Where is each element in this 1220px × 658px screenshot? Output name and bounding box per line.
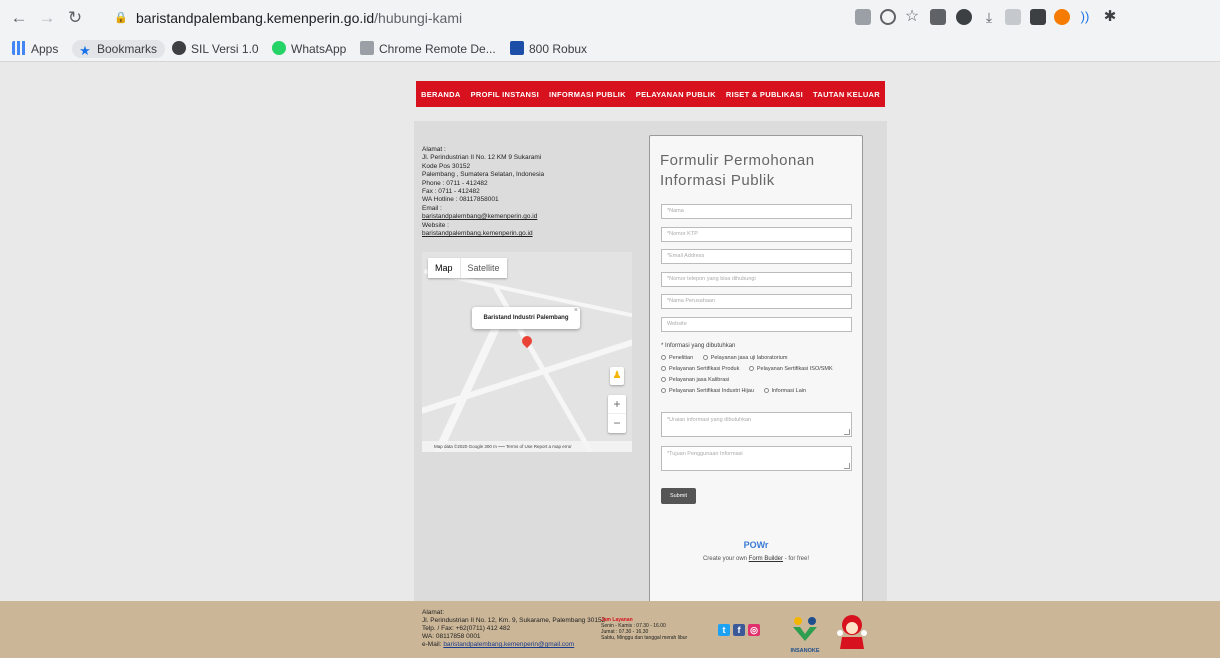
whatsapp-icon [272,41,286,55]
facebook-icon[interactable]: f [733,624,745,636]
globe-icon [172,41,186,55]
zoom-in-button[interactable]: + [608,395,626,414]
contact-email-link[interactable]: baristandpalembang@kemenperin.go.id [422,213,642,221]
email-field[interactable]: *Email Address [661,249,852,264]
back-arrow-icon[interactable]: ← [8,7,30,29]
instagram-icon[interactable]: ◎ [748,624,760,636]
extension-audio-icon[interactable]: )) [1074,6,1096,28]
submit-button[interactable]: Submit [661,488,696,504]
radio-penelitian[interactable]: Penelitian [661,353,693,364]
robux-icon [510,41,524,55]
radio-uji-lab[interactable]: Pelayanan jasa uji laboratorium [702,353,787,364]
twitter-icon[interactable]: t [718,624,730,636]
page: BERANDA PROFIL INSTANSI INFORMASI PUBLIK… [0,63,1220,658]
zoom-out-button[interactable]: − [608,414,626,433]
nav-riset-publikasi[interactable]: RISET & PUBLIKASI [726,90,803,99]
main-nav: BERANDA PROFIL INSTANSI INFORMASI PUBLIK… [416,81,885,107]
zoom-icon[interactable] [880,9,896,25]
info-needed-radio-group: * Informasi yang dibutuhkan Penelitian P… [661,343,857,397]
zoom-control: + − [608,395,626,433]
lock-icon: 🔒 [114,12,128,24]
nav-beranda[interactable]: BERANDA [421,90,461,99]
name-field[interactable]: *Nama [661,204,852,219]
contact-website-link[interactable]: baristandpalembang.kemenperin.go.id [422,230,642,238]
bookmark-whatsapp[interactable]: WhatsApp [272,40,346,58]
info-description-textarea[interactable]: *Uraian informasi yang dibutuhkan [661,412,852,437]
star-icon[interactable]: ☆ [901,6,923,28]
browser-toolbar: ← → ↻ 🔒 baristandpalembang.kemenperin.go… [0,0,1220,36]
url-host: baristandpalembang.kemenperin.go.id [136,10,375,26]
url-path: /hubungi-kami [374,10,463,26]
mascot-icon [837,615,867,649]
radio-sertifikasi-produk[interactable]: Pelayanan Sertifikasi Produk [661,364,739,375]
remote-desktop-icon [360,41,374,55]
bookmark-robux[interactable]: 800 Robux [510,40,587,58]
address-bar[interactable]: 🔒 baristandpalembang.kemenperin.go.id/hu… [106,5,846,31]
nav-informasi-publik[interactable]: INFORMASI PUBLIK [549,90,626,99]
form-builder-link[interactable]: Form Builder [749,556,783,562]
footer-address: Alamat: Jl. Perindustrian II No. 12, Km.… [422,609,606,648]
map-type-map[interactable]: Map [428,258,460,278]
nav-tautan-keluar[interactable]: TAUTAN KELUAR [813,90,880,99]
bookmark-apps[interactable]: Apps [12,40,58,58]
info-purpose-textarea[interactable]: *Tujuan Penggunaan Informasi [661,446,852,471]
radio-question: * Informasi yang dibutuhkan [661,343,736,349]
nav-pelayanan-publik[interactable]: PELAYANAN PUBLIK [636,90,716,99]
apps-grid-icon [12,41,26,55]
website-field[interactable]: Website [661,317,852,332]
footer-email-link[interactable]: baristandpalembang.kemenperin@gmail.com [443,641,574,648]
extension-reader-icon[interactable] [1005,9,1021,25]
footer-hours: Jam Layanan Senin - Kamis : 07.30 - 16.0… [601,617,688,641]
nav-profil-instansi[interactable]: PROFIL INSTANSI [471,90,539,99]
download-icon[interactable]: ⤓ [978,6,1000,28]
radio-kalibrasi[interactable]: Pelayanan jasa Kalibrasi [661,375,729,386]
company-field[interactable]: *Nama Perusahaan [661,294,852,309]
bookmark-sil[interactable]: SIL Versi 1.0 [172,40,259,58]
extension-save-icon[interactable] [930,9,946,25]
powr-logo[interactable]: POWr [650,540,862,550]
translate-icon[interactable] [855,9,871,25]
ktp-field[interactable]: *Nomor KTP [661,227,852,242]
extensions-puzzle-icon[interactable]: ✱ [1099,6,1121,28]
map-place-label: Baristand Industri Palembang [483,315,569,321]
close-icon[interactable]: × [574,300,578,322]
request-form: Formulir Permohonan Informasi Publik *Na… [649,135,863,647]
insanoke-logo-icon [793,617,817,641]
extension-circle-icon[interactable] [956,9,972,25]
bookmark-bookmarks[interactable]: ★ Bookmarks [72,40,166,58]
extension-orange-icon[interactable] [1054,9,1070,25]
extension-cube-icon[interactable] [1030,9,1046,25]
phone-field[interactable]: *Nomor telepon yang bisa dihubungi [661,272,852,287]
map-type-satellite[interactable]: Satellite [459,258,507,278]
forward-arrow-icon[interactable]: → [36,7,58,29]
star-icon: ★ [79,43,91,58]
radio-sertifikasi-iso[interactable]: Pelayanan Sertifikasi ISO/SMK [748,364,833,375]
site-footer: Alamat: Jl. Perindustrian II No. 12, Km.… [0,601,1220,658]
powr-credit: Create your own Form Builder - for free! [702,556,810,562]
bookmark-chrome-remote[interactable]: Chrome Remote De... [360,40,496,58]
map-attribution: Map data ©2020 Google 300 m ⎯⎯⎯ Terms of… [422,441,632,452]
bookmarks-bar: Apps ★ Bookmarks SIL Versi 1.0 WhatsApp C… [0,36,1220,62]
map-info-window: Baristand Industri Palembang × [472,307,580,329]
reload-icon[interactable]: ↻ [64,7,86,29]
insanoke-logo: INSANOKE [790,615,820,655]
map-type-control: Map Satellite [428,258,507,278]
radio-informasi-lain[interactable]: Informasi Lain [763,386,806,397]
form-title: Formulir Permohonan Informasi Publik [660,152,815,189]
pegman-icon[interactable]: ♟ [610,367,624,385]
radio-industri-hijau[interactable]: Pelayanan Sertifikasi Industri Hijau [661,386,754,397]
contact-info: Alamat : Jl. Perindustrian II No. 12 KM … [422,146,642,238]
google-map[interactable]: Map Satellite Baristand Industri Palemba… [422,252,632,452]
